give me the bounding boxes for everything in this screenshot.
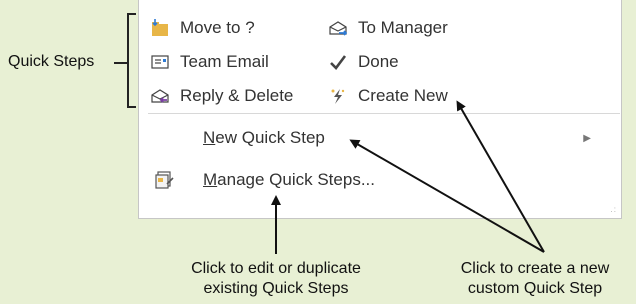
arrow-to-create-new [456,100,545,253]
create-new-callout: Click to create a new custom Quick Step [460,260,610,297]
edit-existing-callout: Click to edit or duplicate existing Quic… [191,260,361,297]
arrow-to-new-quick-step [349,139,545,253]
